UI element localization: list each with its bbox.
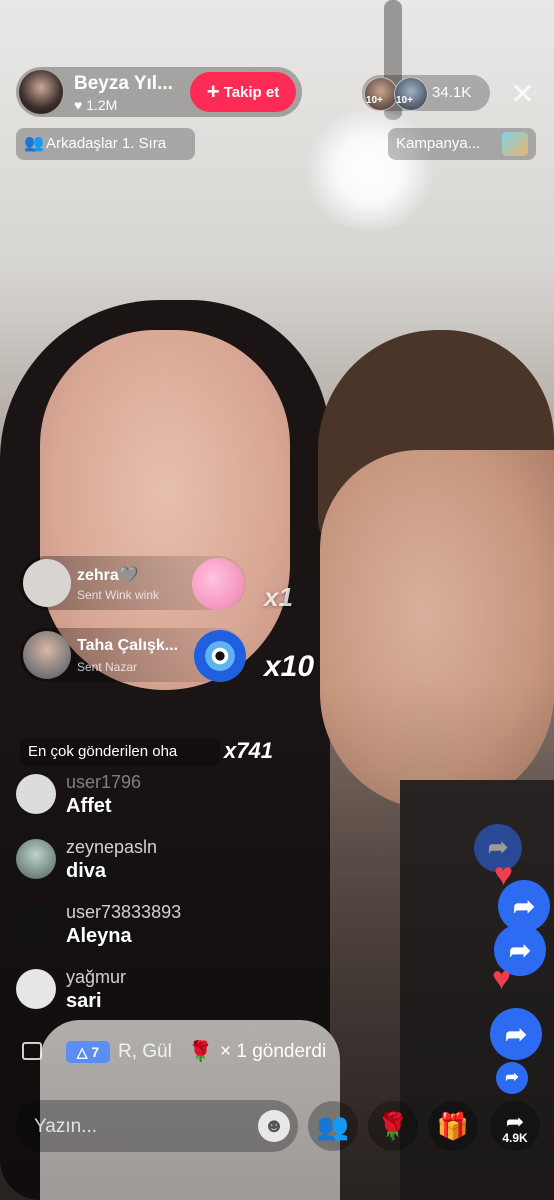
avatar[interactable] bbox=[16, 774, 56, 814]
share-count: 4.9K bbox=[502, 1131, 528, 1145]
comment-input[interactable] bbox=[32, 1100, 256, 1154]
floating-heart-icon: ♥ bbox=[492, 960, 511, 996]
top-gift-multiplier: x741 bbox=[224, 738, 273, 763]
gift-icon: 🎁 bbox=[436, 1111, 470, 1141]
gift-sent-line: △ 7 R, Gül 🌹 × 1 gönderdi bbox=[22, 1036, 352, 1068]
gift-description: Sent Nazar bbox=[77, 660, 138, 674]
gift-button[interactable]: 🎁 bbox=[428, 1101, 478, 1151]
plus-icon: + bbox=[206, 79, 220, 104]
ranking-pill[interactable]: 👥 Arkadaşlar 1. Sıra bbox=[16, 128, 195, 160]
top-gift-banner: En çok gönderilen oha bbox=[20, 738, 220, 766]
host-name: Beyza Yıl... bbox=[74, 73, 173, 94]
floating-share-icon: ➦ bbox=[490, 1008, 542, 1060]
level-number: 7 bbox=[91, 1044, 100, 1060]
follow-button[interactable]: + Takip et bbox=[190, 72, 296, 112]
host-likes-count: 1.2M bbox=[86, 97, 118, 113]
emoji-icon[interactable]: ☻ bbox=[258, 1110, 290, 1142]
viewer-badge: 10+ bbox=[366, 95, 383, 106]
comment-text: diva bbox=[66, 860, 107, 882]
multi-guest-button[interactable]: 👥 bbox=[308, 1101, 358, 1151]
comment-item[interactable]: user1796 Affet bbox=[16, 770, 276, 820]
viewer-badge: 10+ bbox=[396, 95, 413, 106]
heart-icon: ♥ bbox=[74, 97, 83, 113]
close-icon[interactable]: ✕ bbox=[510, 80, 535, 110]
gift-box-icon bbox=[22, 1042, 42, 1060]
gift-sent-message: × 1 gönderdi bbox=[220, 1041, 327, 1062]
gift-sender: Taha Çalışk... bbox=[77, 637, 179, 654]
gift-notification: zehra🩶 Sent Wink wink bbox=[20, 556, 246, 610]
gift-sender: zehra🩶 bbox=[77, 567, 139, 584]
gift-sender-names: R, Gül bbox=[118, 1041, 172, 1062]
campaign-pill[interactable]: Kampanya... bbox=[388, 128, 536, 160]
avatar[interactable] bbox=[16, 839, 56, 879]
gift-multiplier: x1 bbox=[264, 582, 293, 612]
friends-icon: 👥 bbox=[24, 135, 44, 152]
rose-icon: 🌹 bbox=[376, 1111, 410, 1141]
comment-item[interactable]: yağmur sari bbox=[16, 965, 276, 1015]
wink-gift-icon bbox=[192, 558, 244, 610]
comment-item[interactable]: user73833893 Aleyna bbox=[16, 900, 276, 950]
comment-item[interactable]: zeynepasln diva bbox=[16, 835, 276, 885]
gift-multiplier: x10 bbox=[264, 650, 315, 683]
host-likes: ♥ 1.2M bbox=[74, 97, 117, 113]
comment-user: user73833893 bbox=[66, 902, 182, 922]
share-button[interactable]: ➦ 4.9K bbox=[490, 1101, 540, 1151]
viewer-count: 34.1K bbox=[432, 84, 472, 101]
avatar bbox=[23, 559, 71, 607]
gift-description: Sent Wink wink bbox=[77, 588, 160, 602]
comment-user: user1796 bbox=[66, 772, 142, 792]
nazar-gift-icon bbox=[194, 630, 246, 682]
multi-guest-icon: 👥 bbox=[316, 1111, 350, 1141]
host-info-pill[interactable]: Beyza Yıl... ♥ 1.2M + Takip et bbox=[16, 67, 302, 117]
host-avatar[interactable] bbox=[19, 70, 63, 114]
comment-text: Affet bbox=[66, 795, 112, 817]
ranking-label: Arkadaşlar 1. Sıra bbox=[46, 135, 167, 152]
avatar bbox=[23, 631, 71, 679]
comment-user: zeynepasln bbox=[66, 837, 158, 857]
comment-text: Aleyna bbox=[66, 925, 132, 947]
comment-text: sari bbox=[66, 990, 102, 1012]
rose-icon: 🌹 bbox=[188, 1041, 213, 1063]
campaign-label: Kampanya... bbox=[396, 135, 481, 152]
campaign-icon bbox=[502, 132, 528, 156]
comment-user: yağmur bbox=[66, 967, 127, 987]
triangle-icon: △ bbox=[76, 1044, 92, 1060]
rose-gift-button[interactable]: 🌹 bbox=[368, 1101, 418, 1151]
viewer-count-pill[interactable]: 10+ 10+ 34.1K bbox=[362, 75, 490, 111]
comment-input-bar[interactable]: ☻ bbox=[16, 1100, 298, 1154]
gift-notification: Taha Çalışk... Sent Nazar bbox=[20, 628, 246, 682]
follow-label: Takip et bbox=[223, 84, 280, 101]
floating-share-icon: ➦ bbox=[496, 1062, 528, 1094]
avatar[interactable] bbox=[16, 904, 56, 944]
avatar[interactable] bbox=[16, 969, 56, 1009]
level-badge: △ 7 bbox=[66, 1041, 110, 1063]
